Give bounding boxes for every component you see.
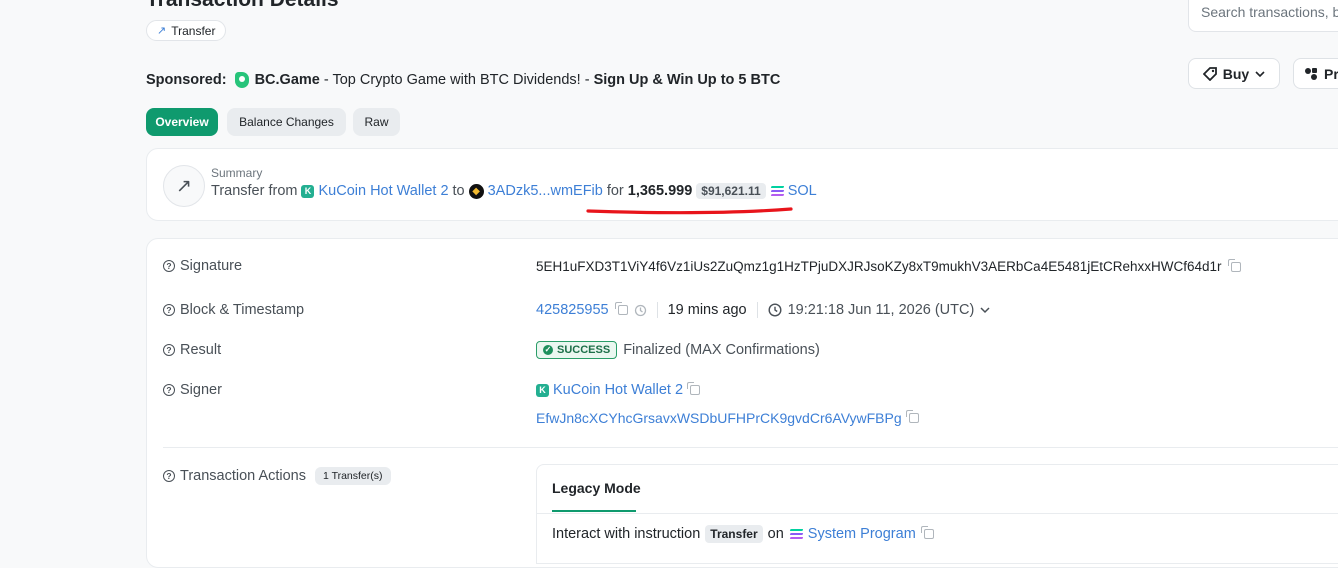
status-badge: ✓ SUCCESS <box>536 341 618 359</box>
check-circle-icon: ✓ <box>543 345 553 355</box>
help-icon: ? <box>163 384 175 396</box>
separator <box>656 302 658 318</box>
summary-prefix: Transfer from <box>211 183 298 199</box>
tab-legacy-mode[interactable]: Legacy Mode <box>552 480 641 496</box>
sponsored-text: - Top Crypto Game with BTC Dividends! - <box>319 72 594 88</box>
actions-panel <box>536 464 1338 564</box>
chevron-down-icon[interactable] <box>980 305 990 315</box>
instruction-badge: Transfer <box>705 525 763 543</box>
signature-text: 5EH1uFXD3T1ViY4f6Vz1iUs2ZuQmz1g1HzTPjuDX… <box>536 259 1222 274</box>
instruction-prefix: Interact with instruction <box>552 526 701 542</box>
history-icon[interactable] <box>634 304 647 317</box>
summary-to-word: to <box>452 183 465 199</box>
sponsored-cta-link[interactable]: Sign Up & Win Up to 5 BTC <box>594 72 781 88</box>
copy-icon[interactable] <box>1227 258 1241 272</box>
page-title: Transaction Details <box>146 0 339 12</box>
actions-count-badge: 1 Transfer(s) <box>315 467 391 485</box>
pro-icon <box>1305 67 1317 80</box>
pro-button-label: Pro <box>1324 65 1338 82</box>
copy-icon[interactable] <box>687 382 701 395</box>
summary-text: Transfer from K KuCoin Hot Wallet 2 to ◆… <box>211 183 817 199</box>
solana-program-icon <box>789 529 804 539</box>
instruction-row: Interact with instruction Transfer on Sy… <box>552 525 934 543</box>
result-label: ? Result <box>163 342 221 358</box>
signer-name-link[interactable]: KuCoin Hot Wallet 2 <box>553 382 683 398</box>
chevron-down-icon <box>1255 70 1265 77</box>
block-timestamp-label: ? Block & Timestamp <box>163 302 304 318</box>
copy-icon[interactable] <box>905 410 919 423</box>
kucoin-icon: K <box>301 184 315 198</box>
token-link[interactable]: SOL <box>788 183 817 199</box>
signer-address-link[interactable]: EfwJn8cXCYhcGrsavxWSDbUFHPrCK9gvdCr6AVyw… <box>536 410 902 426</box>
tag-icon <box>1202 66 1217 81</box>
panel-divider <box>537 513 1338 514</box>
program-link[interactable]: System Program <box>808 526 916 542</box>
separator <box>756 302 758 318</box>
section-divider <box>163 447 1338 448</box>
search-input[interactable]: Search transactions, b <box>1188 0 1338 32</box>
sponsored-banner: Sponsored: BC.Game - Top Crypto Game wit… <box>146 72 780 88</box>
to-account-link[interactable]: 3ADzk5...wmEFib <box>488 183 603 199</box>
summary-for-word: for <box>606 183 624 199</box>
from-account-link[interactable]: KuCoin Hot Wallet 2 <box>318 183 448 199</box>
signature-value: 5EH1uFXD3T1ViY4f6Vz1iUs2ZuQmz1g1HzTPjuDX… <box>536 258 1241 274</box>
help-icon: ? <box>163 344 175 356</box>
transfer-arrow-icon: ↗ <box>163 165 205 207</box>
sponsored-brand-link[interactable]: BC.Game <box>255 72 320 88</box>
buy-button[interactable]: Buy <box>1188 58 1280 89</box>
copy-icon[interactable] <box>614 302 628 315</box>
red-underline-annotation <box>586 207 793 215</box>
transaction-actions-label: ? Transaction Actions 1 Transfer(s) <box>163 467 391 485</box>
help-icon: ? <box>163 304 175 316</box>
pro-button[interactable]: Pro <box>1293 58 1338 89</box>
block-timestamp: 19:21:18 Jun 11, 2026 (UTC) <box>787 302 975 318</box>
instruction-on-word: on <box>767 526 784 542</box>
usd-value-badge: $91,621.11 <box>696 183 766 199</box>
arrow-up-right-icon: ↗ <box>157 25 167 37</box>
sol-token-icon <box>770 186 785 196</box>
signer-name-row: K KuCoin Hot Wallet 2 <box>536 382 701 398</box>
block-age: 19 mins ago <box>667 302 747 318</box>
block-timestamp-value: 425825955 19 mins ago 19:21:18 Jun 11, 2… <box>536 302 990 318</box>
signer-label: ? Signer <box>163 382 222 398</box>
block-link[interactable]: 425825955 <box>536 302 609 318</box>
result-value: ✓ SUCCESS Finalized (MAX Confirmations) <box>536 341 820 359</box>
kucoin-icon: K <box>536 383 549 397</box>
buy-button-label: Buy <box>1222 65 1250 82</box>
transaction-type-badge: ↗ Transfer <box>146 20 227 41</box>
transfer-amount: 1,365.999 <box>627 183 693 199</box>
tab-balance-changes[interactable]: Balance Changes <box>227 108 346 136</box>
bcgame-logo-icon <box>234 72 249 88</box>
signature-label: ? Signature <box>163 258 242 274</box>
help-icon: ? <box>163 260 175 272</box>
binance-icon: ◆ <box>468 183 484 199</box>
summary-label: Summary <box>211 166 263 180</box>
clock-icon <box>768 303 782 317</box>
sponsored-label: Sponsored: <box>146 72 227 88</box>
tab-overview[interactable]: Overview <box>146 108 218 136</box>
signer-address-row: EfwJn8cXCYhcGrsavxWSDbUFHPrCK9gvdCr6AVyw… <box>536 410 919 426</box>
type-badge-label: Transfer <box>171 23 216 38</box>
active-tab-indicator <box>552 510 636 512</box>
help-icon: ? <box>163 470 175 482</box>
finality-text: Finalized (MAX Confirmations) <box>623 342 820 358</box>
copy-icon[interactable] <box>920 526 934 539</box>
tab-raw[interactable]: Raw <box>353 108 400 136</box>
